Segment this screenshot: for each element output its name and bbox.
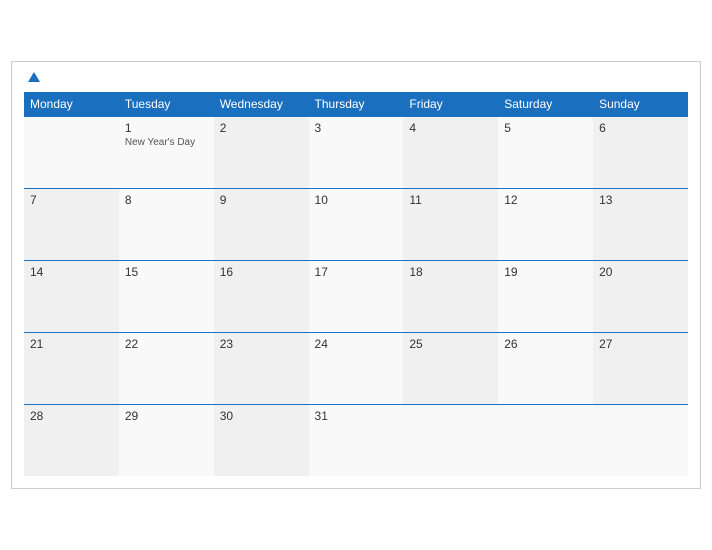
day-number: 1 xyxy=(125,121,208,135)
weekday-header-monday: Monday xyxy=(24,92,119,117)
calendar-cell: 2 xyxy=(214,116,309,188)
calendar-cell: 8 xyxy=(119,188,214,260)
weekday-header-sunday: Sunday xyxy=(593,92,688,117)
calendar-cell xyxy=(593,404,688,476)
calendar-cell: 11 xyxy=(403,188,498,260)
calendar-cell: 31 xyxy=(309,404,404,476)
calendar-cell: 6 xyxy=(593,116,688,188)
week-row-4: 28 29 30 31 xyxy=(24,404,688,476)
calendar-cell: 16 xyxy=(214,260,309,332)
calendar-cell: 10 xyxy=(309,188,404,260)
weekday-header-friday: Friday xyxy=(403,92,498,117)
day-number: 28 xyxy=(30,409,113,423)
day-number: 5 xyxy=(504,121,587,135)
day-number: 6 xyxy=(599,121,682,135)
calendar-cell: 19 xyxy=(498,260,593,332)
week-row-2: 14 15 16 17 18 19 20 xyxy=(24,260,688,332)
weekday-header-row: MondayTuesdayWednesdayThursdayFridaySatu… xyxy=(24,92,688,117)
calendar-cell: 15 xyxy=(119,260,214,332)
calendar-cell: 24 xyxy=(309,332,404,404)
day-number: 19 xyxy=(504,265,587,279)
calendar-cell: 13 xyxy=(593,188,688,260)
day-number: 22 xyxy=(125,337,208,351)
calendar-cell: 22 xyxy=(119,332,214,404)
day-number: 7 xyxy=(30,193,113,207)
day-number: 14 xyxy=(30,265,113,279)
week-row-1: 789 10 11 12 13 xyxy=(24,188,688,260)
calendar-cell: 5 xyxy=(498,116,593,188)
day-number: 3 xyxy=(315,121,398,135)
calendar-cell: 18 xyxy=(403,260,498,332)
logo-blue xyxy=(24,72,40,82)
holiday-label: New Year's Day xyxy=(125,137,208,148)
day-number: 12 xyxy=(504,193,587,207)
calendar-body: 1New Year's Day2345678910111213141516171… xyxy=(24,116,688,476)
week-row-0: 1 New Year's Day 23456 xyxy=(24,116,688,188)
week-row-3: 21 22 23 24 25 26 27 xyxy=(24,332,688,404)
day-number: 2 xyxy=(220,121,303,135)
calendar-header xyxy=(24,72,688,82)
calendar-cell: 7 xyxy=(24,188,119,260)
day-number: 15 xyxy=(125,265,208,279)
calendar-cell: 26 xyxy=(498,332,593,404)
calendar-cell xyxy=(498,404,593,476)
calendar-thead: MondayTuesdayWednesdayThursdayFridaySatu… xyxy=(24,92,688,117)
day-number: 17 xyxy=(315,265,398,279)
calendar-cell: 1 New Year's Day xyxy=(119,116,214,188)
day-number: 4 xyxy=(409,121,492,135)
day-number: 16 xyxy=(220,265,303,279)
calendar-cell: 4 xyxy=(403,116,498,188)
day-number: 20 xyxy=(599,265,682,279)
weekday-header-thursday: Thursday xyxy=(309,92,404,117)
calendar-cell: 28 xyxy=(24,404,119,476)
weekday-header-saturday: Saturday xyxy=(498,92,593,117)
day-number: 11 xyxy=(409,193,492,207)
day-number: 29 xyxy=(125,409,208,423)
calendar-cell: 17 xyxy=(309,260,404,332)
day-number: 30 xyxy=(220,409,303,423)
calendar-cell xyxy=(24,116,119,188)
calendar-cell: 12 xyxy=(498,188,593,260)
calendar-container: MondayTuesdayWednesdayThursdayFridaySatu… xyxy=(11,61,701,490)
calendar-cell: 23 xyxy=(214,332,309,404)
day-number: 18 xyxy=(409,265,492,279)
day-number: 31 xyxy=(315,409,398,423)
day-number: 25 xyxy=(409,337,492,351)
calendar-grid: MondayTuesdayWednesdayThursdayFridaySatu… xyxy=(24,92,688,477)
weekday-header-wednesday: Wednesday xyxy=(214,92,309,117)
day-number: 24 xyxy=(315,337,398,351)
day-number: 8 xyxy=(125,193,208,207)
calendar-cell: 20 xyxy=(593,260,688,332)
calendar-cell: 14 xyxy=(24,260,119,332)
day-number: 21 xyxy=(30,337,113,351)
logo-triangle-icon xyxy=(28,72,40,82)
calendar-cell: 27 xyxy=(593,332,688,404)
calendar-cell: 25 xyxy=(403,332,498,404)
calendar-cell xyxy=(403,404,498,476)
day-number: 27 xyxy=(599,337,682,351)
day-number: 9 xyxy=(220,193,303,207)
logo-area xyxy=(24,72,40,82)
weekday-header-tuesday: Tuesday xyxy=(119,92,214,117)
calendar-cell: 21 xyxy=(24,332,119,404)
calendar-cell: 30 xyxy=(214,404,309,476)
day-number: 23 xyxy=(220,337,303,351)
calendar-cell: 3 xyxy=(309,116,404,188)
day-number: 13 xyxy=(599,193,682,207)
day-number: 26 xyxy=(504,337,587,351)
calendar-cell: 29 xyxy=(119,404,214,476)
calendar-cell: 9 xyxy=(214,188,309,260)
day-number: 10 xyxy=(315,193,398,207)
